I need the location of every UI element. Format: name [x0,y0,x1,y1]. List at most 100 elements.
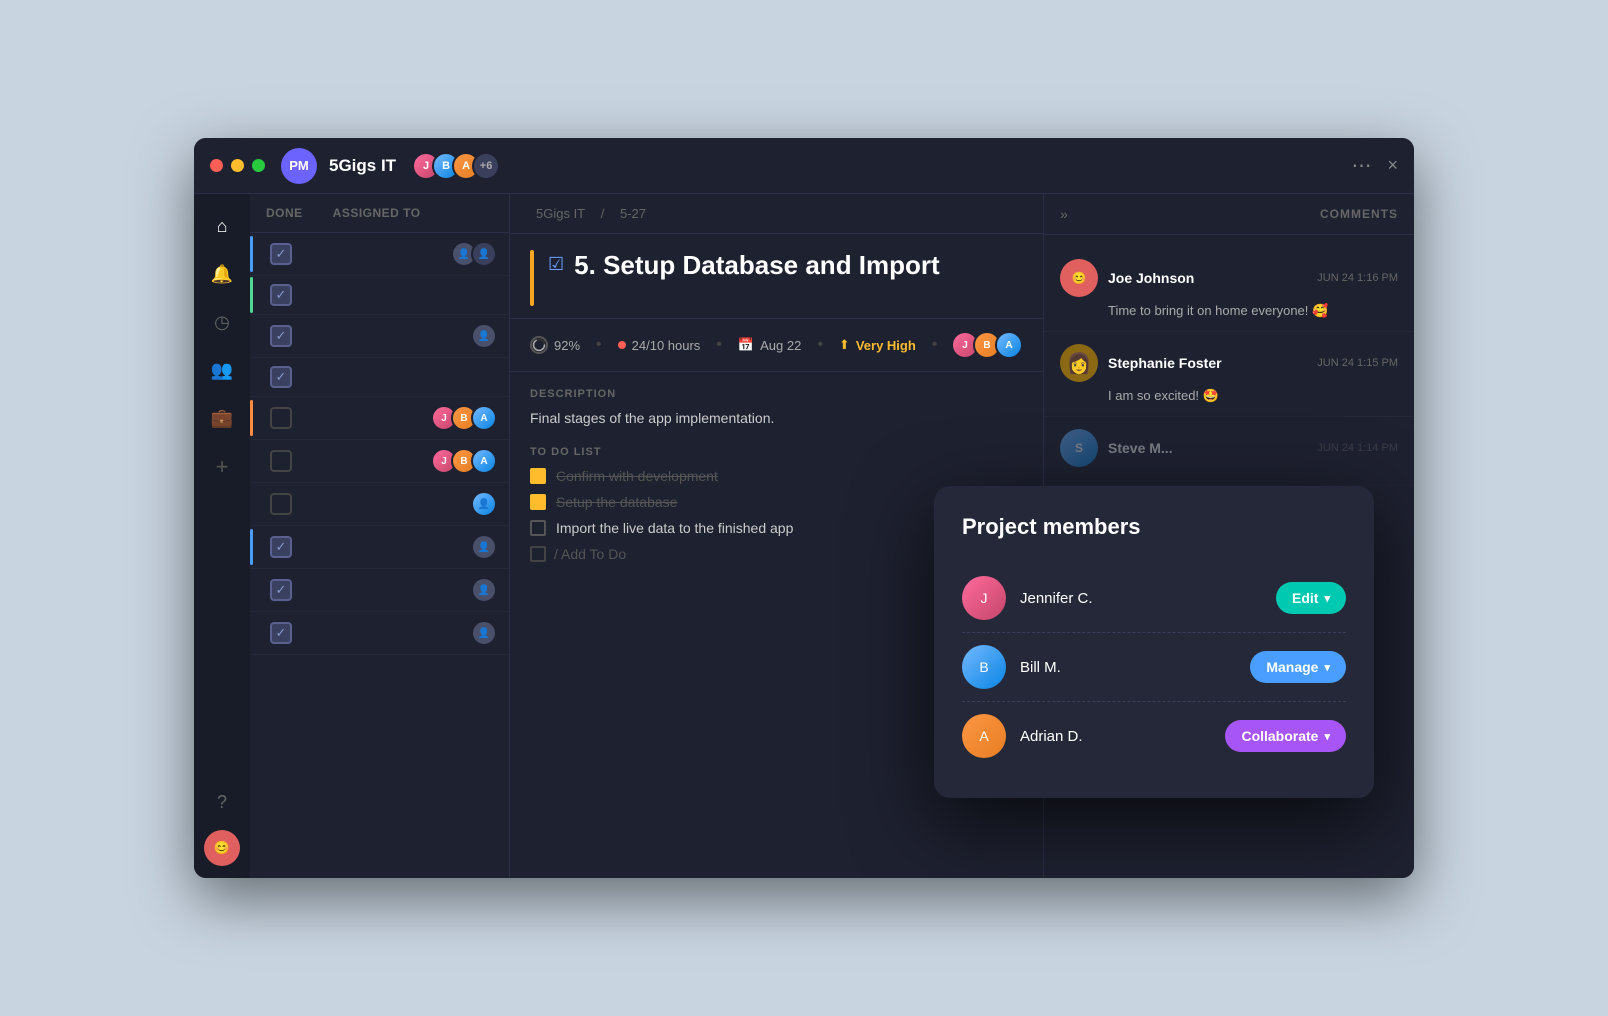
priority-bar [250,277,253,313]
task-row[interactable]: ✓ 👤 👤 [250,233,509,276]
project-title: 5Gigs IT [329,156,396,176]
sidebar-item-help[interactable]: ? [202,782,242,822]
avatar: A [471,405,497,431]
member-row: A Adrian D. Collaborate ▾ [962,702,1346,770]
priority-bar [250,359,253,395]
task-checkbox[interactable]: ✓ [270,579,292,601]
user-avatar[interactable]: 😊 [204,830,240,866]
member-role-button[interactable]: Collaborate ▾ [1225,720,1346,752]
task-row[interactable]: ✓ 👤 [250,315,509,358]
maximize-button[interactable] [252,159,265,172]
member-avatar: J [962,576,1006,620]
minimize-button[interactable] [231,159,244,172]
comment-time: JUN 24 1:16 PM [1317,272,1398,284]
task-assignees: 👤 [477,577,497,603]
priority-bar [250,486,253,522]
more-options-button[interactable]: ⋯ [1351,153,1371,178]
close-icon[interactable]: × [1387,155,1398,176]
task-checkbox[interactable] [270,493,292,515]
avatar: A [995,331,1023,359]
progress-indicator: 92% [530,336,580,354]
todo-label: TO DO LIST [530,446,1023,458]
task-row[interactable]: ✓ 👤 [250,569,509,612]
task-description: Final stages of the app implementation. [530,410,1023,426]
titlebar: PM 5Gigs IT J B A +6 ⋯ × [194,138,1414,194]
sidebar-item-time[interactable]: ◷ [202,302,242,342]
todo-text: Confirm with development [556,468,718,484]
comment-text: Time to bring it on home everyone! 🥰 [1060,303,1398,319]
breadcrumb: 5Gigs IT / 5-27 [510,194,1043,234]
task-checkbox[interactable]: ✓ [270,243,292,265]
task-checkbox[interactable]: ✓ [270,284,292,306]
task-row[interactable]: 👤 [250,483,509,526]
task-row[interactable]: ✓ 👤 [250,526,509,569]
member-avatar: B [962,645,1006,689]
title-accent-bar [530,250,534,306]
comment-avatar: S [1060,429,1098,467]
task-row[interactable]: J B A [250,397,509,440]
comment-item: S Steve M... JUN 24 1:14 PM [1044,417,1414,486]
project-members-popup: Project members J Jennifer C. Edit ▾ B B… [934,486,1374,798]
comment-time: JUN 24 1:15 PM [1317,357,1398,369]
task-assignees: 👤 👤 [457,241,497,267]
member-role-button[interactable]: Edit ▾ [1276,582,1346,614]
member-avatar: A [962,714,1006,758]
sidebar-item-work[interactable]: 💼 [202,398,242,438]
task-checkbox[interactable] [270,450,292,472]
task-row[interactable]: ✓ [250,358,509,397]
task-list-panel: DONE ASSIGNED TO ✓ 👤 👤 ✓ [250,194,510,878]
task-assignees-meta: J B A [957,331,1023,359]
sidebar-item-notifications[interactable]: 🔔 [202,254,242,294]
task-checkbox[interactable]: ✓ [270,325,292,347]
task-row[interactable]: ✓ 👤 [250,612,509,655]
task-meta: 92% • 24/10 hours • 📅 Aug 22 • ⬆ Very Hi… [510,319,1043,372]
comments-title: COMMENTS [1320,207,1398,221]
priority-bar [250,443,253,479]
task-checkbox[interactable]: ✓ [270,622,292,644]
priority-bar [250,236,253,272]
priority-bar [250,400,253,436]
comment-item: 👩 Stephanie Foster JUN 24 1:15 PM I am s… [1044,332,1414,417]
task-row[interactable]: ✓ [250,276,509,315]
expand-icon[interactable]: » [1060,206,1068,222]
member-name: Adrian D. [1020,728,1211,745]
member-role-button[interactable]: Manage ▾ [1250,651,1346,683]
chevron-down-icon: ▾ [1324,730,1330,743]
chevron-down-icon: ▾ [1324,661,1330,674]
todo-done-icon [530,494,546,510]
comment-avatar: 😊 [1060,259,1098,297]
avatar: A [471,448,497,474]
priority-indicator: ⬆ Very High [839,337,916,353]
task-assignees: 👤 [477,491,497,517]
sidebar-item-home[interactable]: ⌂ [202,206,242,246]
progress-circle [530,336,548,354]
task-checkbox[interactable]: ✓ [270,366,292,388]
priority-bar [250,318,253,354]
priority-bar [250,529,253,565]
comment-time: JUN 24 1:14 PM [1317,442,1398,454]
comment-header: 😊 Joe Johnson JUN 24 1:16 PM [1060,259,1398,297]
task-assignees: 👤 [477,620,497,646]
close-button[interactable] [210,159,223,172]
todo-checkbox[interactable] [530,520,546,536]
done-column-label: DONE [266,206,303,220]
due-date-indicator: 📅 Aug 22 [738,337,801,353]
todo-text: Setup the database [556,494,677,510]
task-assignees: 👤 [477,323,497,349]
popup-title: Project members [962,514,1346,540]
task-checkbox[interactable] [270,407,292,429]
comment-author: Steve M... [1108,440,1173,456]
todo-text: Import the live data to the finished app [556,520,793,536]
task-assignees: J B A [437,405,497,431]
sidebar-item-team[interactable]: 👥 [202,350,242,390]
todo-item[interactable]: Confirm with development [530,468,1023,484]
priority-bar [250,615,253,651]
pm-icon: PM [281,148,317,184]
avatar: 👤 [471,491,497,517]
member-row: J Jennifer C. Edit ▾ [962,564,1346,633]
comment-header: 👩 Stephanie Foster JUN 24 1:15 PM [1060,344,1398,382]
add-button[interactable]: + [216,454,229,480]
overdue-dot [618,341,626,349]
task-row[interactable]: J B A [250,440,509,483]
task-checkbox[interactable]: ✓ [270,536,292,558]
